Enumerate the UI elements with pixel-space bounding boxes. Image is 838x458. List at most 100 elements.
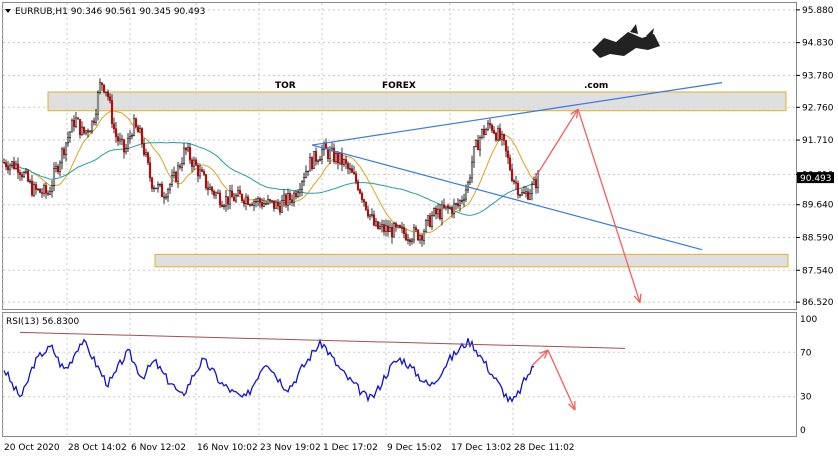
candle-body <box>6 166 10 171</box>
candle-body <box>180 163 184 168</box>
candle-body <box>404 233 408 241</box>
candle-body <box>222 205 226 208</box>
candle-body <box>10 161 14 166</box>
candle-body <box>88 130 92 133</box>
candle-body <box>438 208 442 219</box>
candle-body <box>414 227 418 231</box>
candle-body <box>310 157 314 169</box>
candle-body <box>498 128 502 140</box>
candle-body <box>178 165 182 168</box>
candle-body <box>230 190 234 198</box>
candle-body <box>528 193 532 200</box>
candle-body <box>454 203 458 205</box>
candle-body <box>192 159 196 167</box>
candle-body <box>384 225 388 232</box>
candle-body <box>12 161 16 169</box>
candle-body <box>70 119 74 133</box>
candle-body <box>530 184 534 195</box>
candle-body <box>420 235 424 241</box>
candle-body <box>130 135 134 137</box>
candle-body <box>116 136 120 142</box>
candle-body <box>406 239 410 241</box>
time-tick-label: 28 Oct 14:02 <box>68 443 127 453</box>
candle-body <box>50 185 54 193</box>
candle-body <box>294 192 298 197</box>
candle-body <box>352 172 356 175</box>
candle-body <box>110 100 114 124</box>
rsi-tick-label: 30 <box>800 393 812 403</box>
candle-body <box>494 133 498 141</box>
candle-body <box>40 192 44 194</box>
candle-body <box>96 92 100 115</box>
candle-body <box>24 170 28 173</box>
candle-body <box>370 214 374 216</box>
candle-body <box>166 189 170 198</box>
candle-body <box>228 190 232 205</box>
candle-body <box>302 177 306 183</box>
candle-body <box>232 196 236 202</box>
candle-body <box>380 224 384 227</box>
candle-body <box>280 200 284 213</box>
candle-body <box>48 191 52 195</box>
candle-body <box>358 189 362 194</box>
candle-body <box>290 199 294 203</box>
candle-body <box>250 204 254 206</box>
candle-body <box>348 168 352 170</box>
candle-body <box>476 140 480 151</box>
time-tick-label: 23 Nov 19:02 <box>260 443 321 453</box>
candle-body <box>338 153 342 164</box>
price-tick-label: 95.880 <box>802 6 834 16</box>
candle-body <box>42 185 46 194</box>
candle-body <box>490 124 494 131</box>
candle-body <box>534 179 538 189</box>
candle-body <box>344 159 348 164</box>
rsi-tick-label: 70 <box>800 348 812 358</box>
candle-body <box>246 196 250 205</box>
candle-body <box>314 151 318 162</box>
candle-body <box>306 170 310 173</box>
candle-body <box>128 135 132 139</box>
candle-body <box>398 225 402 228</box>
candle-body <box>52 168 56 186</box>
candle-body <box>216 192 220 194</box>
rsi-tick-label: 100 <box>800 315 817 325</box>
candle-body <box>118 138 122 142</box>
candle-body <box>502 134 506 141</box>
candle-body <box>408 239 412 243</box>
time-tick-label: 1 Dec 17:02 <box>323 443 378 453</box>
candle-body <box>426 215 430 221</box>
candle-body <box>90 120 94 132</box>
candle-body <box>210 186 214 192</box>
price-header: EURRUB,H1 90.346 90.561 90.345 90.493 <box>5 7 205 17</box>
candle-body <box>114 128 118 137</box>
candle-body <box>354 173 358 182</box>
candle-body <box>488 123 492 126</box>
candle-body <box>342 159 346 165</box>
candle-body <box>268 199 272 201</box>
candle-body <box>30 180 34 196</box>
candle-body <box>316 160 320 162</box>
candle-body <box>466 181 470 191</box>
candle-body <box>22 172 26 178</box>
candle-body <box>14 163 18 169</box>
candle-body <box>472 146 476 163</box>
candle-body <box>516 183 520 196</box>
candle-body <box>514 181 518 184</box>
candle-body <box>76 117 80 120</box>
candle-body <box>202 171 206 175</box>
candle-body <box>272 200 276 209</box>
candle-body <box>132 118 136 136</box>
candle-body <box>382 224 386 232</box>
candle-body <box>326 148 330 159</box>
candle-body <box>56 166 60 173</box>
candle-body <box>292 192 296 203</box>
candle-body <box>84 130 88 134</box>
rsi-pane-frame[interactable] <box>2 312 797 437</box>
candle-body <box>124 148 128 153</box>
candle-body <box>184 147 188 151</box>
candle-body <box>74 117 78 127</box>
candle-body <box>448 207 452 209</box>
candle-body <box>500 134 504 140</box>
candle-body <box>396 225 400 228</box>
candle-body <box>376 221 380 229</box>
